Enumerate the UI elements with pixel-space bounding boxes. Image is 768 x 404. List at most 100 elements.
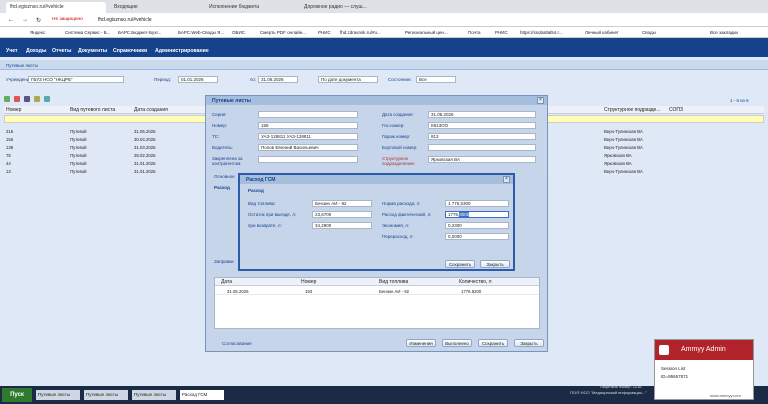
bookmark[interactable]: Все закладки bbox=[710, 30, 738, 35]
tab-inbox[interactable]: Входящие bbox=[110, 2, 200, 13]
close-button[interactable]: Закрыть bbox=[514, 339, 544, 347]
back-icon[interactable]: ← bbox=[8, 17, 14, 23]
taskbar-item[interactable]: Расход ГСМ bbox=[180, 390, 224, 400]
refuel-col-qty[interactable]: Количество, л bbox=[459, 279, 492, 285]
state-select[interactable]: Все bbox=[416, 76, 456, 83]
close-icon[interactable]: × bbox=[503, 176, 510, 183]
board-label: Бортовой номер: bbox=[382, 145, 418, 150]
garage-label: Гараж.номер: bbox=[382, 134, 411, 139]
number-label: Номер: bbox=[212, 123, 228, 128]
grid-toolbar bbox=[4, 96, 60, 104]
struct-field[interactable]: Ярковская ВА bbox=[428, 156, 536, 163]
driver-field[interactable]: Попов Евгений Васильевич bbox=[258, 144, 358, 151]
menu-uchet[interactable]: Учет bbox=[6, 48, 18, 54]
norm-field[interactable]: 1 776,5300 bbox=[445, 200, 509, 207]
expense-group: Расход bbox=[248, 188, 264, 193]
close-icon[interactable]: × bbox=[537, 97, 544, 104]
fact-field[interactable]: 1776,3000 bbox=[445, 211, 509, 218]
ammyy-site[interactable]: www.ammyy.com bbox=[710, 393, 741, 398]
delete-icon[interactable] bbox=[14, 96, 20, 102]
driver-label: Водитель: bbox=[212, 145, 234, 150]
rest-in-field[interactable]: 34,2900 bbox=[312, 222, 372, 229]
bookmark[interactable]: Личный кабинет bbox=[585, 30, 619, 35]
date-mode-select[interactable]: По дате документа bbox=[318, 76, 378, 83]
address-bar[interactable]: ← → ↻ Не защищено fhd.egisznso.ru/#vehic… bbox=[0, 13, 768, 27]
col-date[interactable]: Дата создания bbox=[134, 107, 168, 113]
fuel-dialog-title: Расход ГСМ bbox=[240, 175, 513, 184]
bookmark[interactable]: Своды bbox=[642, 30, 656, 35]
save-button[interactable]: Сохранить bbox=[478, 339, 508, 347]
menu-documents[interactable]: Документы bbox=[78, 48, 107, 54]
bookmark[interactable]: БАРС.Бюджет-Бухг... bbox=[118, 30, 161, 35]
bookmark[interactable]: fhd.zdravnsk.ru/#u... bbox=[340, 30, 381, 35]
menu-directories[interactable]: Справочники bbox=[113, 48, 147, 54]
taskbar-item[interactable]: Путевые листы bbox=[132, 390, 176, 400]
ammyy-title: Ammyy Admin bbox=[681, 346, 726, 353]
bookmark[interactable]: БАРС.Web-Своды Я... bbox=[178, 30, 224, 35]
tab-main[interactable]: Основное bbox=[214, 174, 235, 179]
menu-reports[interactable]: Отчеты bbox=[52, 48, 71, 54]
bookmark[interactable]: Почта bbox=[468, 30, 481, 35]
ts-field[interactable]: УАЗ-128811 УАЗ-128811 bbox=[258, 133, 358, 140]
taskbar-item[interactable]: Путевые листы bbox=[84, 390, 128, 400]
ts-label: ТС: bbox=[212, 134, 220, 139]
tab-vehicle[interactable]: fhd.egisznso.ru/#vehicle bbox=[6, 2, 106, 13]
org-text: ГБУЗ НСО "Медицинский информацио..." bbox=[570, 390, 647, 395]
save-button[interactable]: Сохранить bbox=[445, 260, 475, 268]
refuel-col-number[interactable]: Номер bbox=[301, 279, 316, 285]
bookmark[interactable]: РНИС bbox=[318, 30, 331, 35]
col-sopz[interactable]: СОПЗ bbox=[669, 107, 683, 113]
plate-field[interactable]: К813ОО bbox=[428, 122, 536, 129]
url-text[interactable]: fhd.egisznso.ru/#vehicle bbox=[98, 17, 152, 23]
add-icon[interactable] bbox=[4, 96, 10, 102]
changes-button[interactable]: Изменения bbox=[406, 339, 436, 347]
bookmark[interactable]: Яндекс bbox=[30, 30, 45, 35]
menu-admin[interactable]: Администрирование bbox=[155, 48, 209, 54]
col-type[interactable]: Вид путевого листа bbox=[70, 107, 115, 113]
bookmark[interactable]: РНИС bbox=[495, 30, 508, 35]
bookmark[interactable]: https://ssobaltal54.r... bbox=[520, 30, 563, 35]
refuel-col-date[interactable]: Дата bbox=[221, 279, 232, 285]
menu-income[interactable]: Доходы bbox=[26, 48, 46, 54]
economy-field[interactable]: 0,2300 bbox=[445, 222, 509, 229]
overrun-field[interactable]: 0,0000 bbox=[445, 233, 509, 240]
tab-radio[interactable]: Дорожное радио — слуш... bbox=[300, 2, 400, 13]
refuel-section: Заправки bbox=[214, 259, 234, 264]
contr-field[interactable] bbox=[258, 156, 358, 163]
bookmark[interactable]: Система Сервис - Б... bbox=[65, 30, 111, 35]
series-field[interactable] bbox=[258, 111, 358, 118]
series-label: Серия: bbox=[212, 112, 227, 117]
print-icon[interactable] bbox=[34, 96, 40, 102]
bookmark[interactable]: ОБИС bbox=[232, 30, 245, 35]
session-id: ID=95657871 bbox=[661, 374, 689, 379]
fact-label: Расход фактический, л: bbox=[382, 212, 432, 217]
reload-icon[interactable]: ↻ bbox=[36, 17, 41, 24]
refresh-icon[interactable] bbox=[44, 96, 50, 102]
taskbar-item[interactable]: Путевые листы bbox=[36, 390, 80, 400]
done-button[interactable]: Выполнено bbox=[442, 339, 472, 347]
start-button[interactable]: Пуск bbox=[2, 388, 32, 402]
bookmark[interactable]: Смерть PDF онлайн... bbox=[260, 30, 306, 35]
inst-field[interactable]: ГБУЗ НСО "НКЦРБ" bbox=[28, 76, 124, 83]
rest-out-field[interactable]: 23,6700 bbox=[312, 211, 372, 218]
date-from[interactable]: 01.01.2026 bbox=[178, 76, 218, 83]
overrun-label: Перерасход, л: bbox=[382, 234, 414, 239]
panel-title: Путевые листы bbox=[6, 63, 39, 68]
tab-budget[interactable]: Исполнение бюджета bbox=[205, 2, 295, 13]
created-field[interactable]: 31.05.2026 bbox=[428, 111, 536, 118]
bookmark[interactable]: Региональный цен... bbox=[405, 30, 448, 35]
forward-icon[interactable]: → bbox=[22, 17, 28, 23]
waybill-title: Путевые листы bbox=[206, 96, 547, 105]
close-button[interactable]: Закрыть bbox=[480, 260, 510, 268]
ammyy-header: Ammyy Admin bbox=[655, 340, 753, 360]
col-struct[interactable]: Структурное подразде... bbox=[604, 107, 661, 113]
number-field[interactable]: 158 bbox=[258, 122, 358, 129]
date-to[interactable]: 31.06.2026 bbox=[258, 76, 298, 83]
fuel-select[interactable]: Бензин АИ - 92 bbox=[312, 200, 372, 207]
refuel-col-fuel[interactable]: Вид топлива bbox=[379, 279, 408, 285]
table-row[interactable]: 31.05.2026 193 Бензин АИ - 92 1776.9200 bbox=[215, 288, 539, 295]
board-field[interactable] bbox=[428, 144, 536, 151]
col-number[interactable]: Номер bbox=[6, 107, 21, 113]
garage-field[interactable]: 813 bbox=[428, 133, 536, 140]
edit-icon[interactable] bbox=[24, 96, 30, 102]
